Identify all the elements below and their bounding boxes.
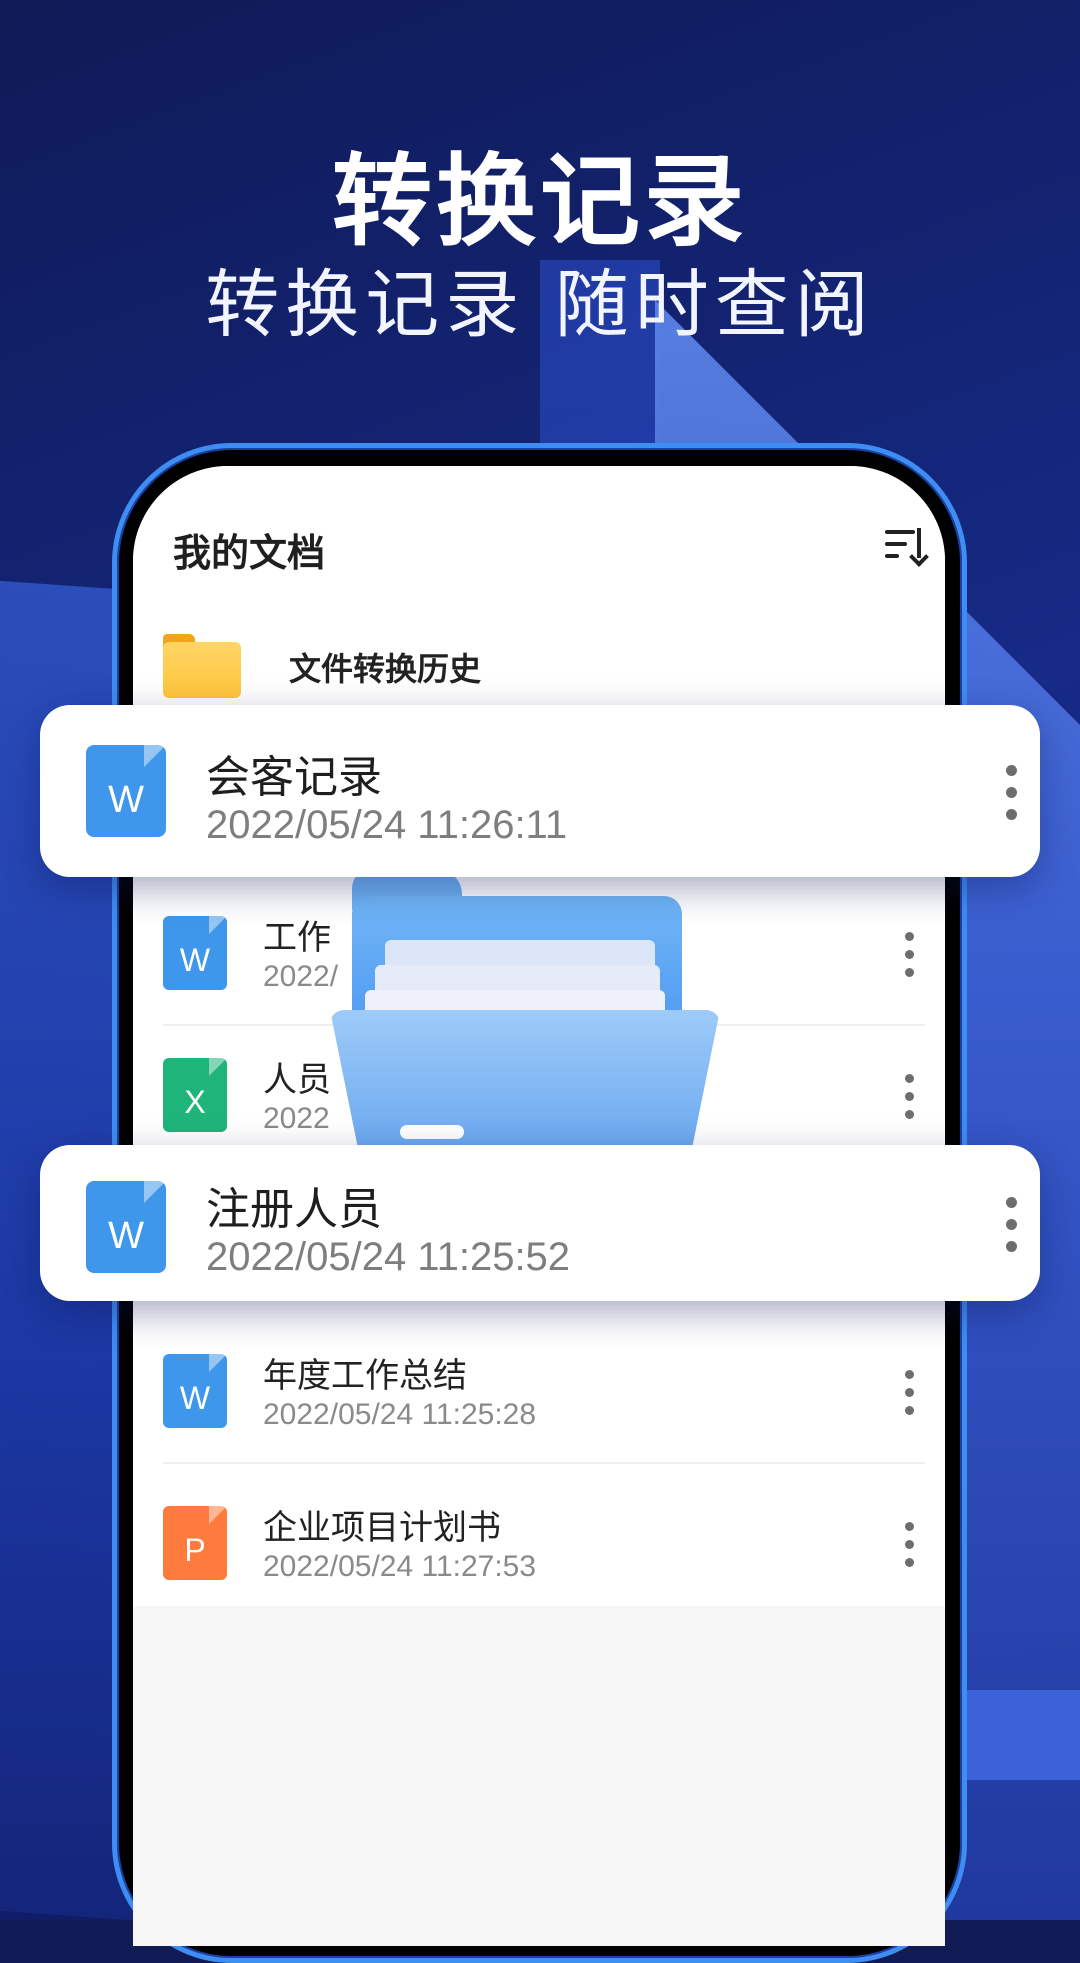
folder-illustration-icon [330, 870, 720, 1145]
file-time: 2022/05/24 11:25:28 [263, 1398, 537, 1431]
hero-subtitle: 转换记录 随时查阅 [205, 262, 875, 348]
file-time: 2022/05/24 11:27:53 [263, 1550, 537, 1583]
more-options-icon[interactable] [903, 1370, 915, 1418]
more-options-icon[interactable] [903, 932, 915, 980]
word-file-icon: W [86, 745, 166, 837]
file-time: 2022/05/24 11:25:52 [206, 1235, 571, 1279]
folder-item-conversion-history[interactable]: 文件转换历史 [163, 624, 923, 704]
more-options-icon[interactable] [1004, 1197, 1018, 1253]
highlight-card-file[interactable]: W 注册人员 2022/05/24 11:25:52 [40, 1145, 1040, 1301]
file-time: 2022/ [263, 960, 339, 993]
list-item[interactable]: W 年度工作总结 2022/05/24 11:25:28 [163, 1324, 925, 1464]
word-file-icon: W [163, 916, 227, 990]
file-name: 企业项目计划书 [263, 1508, 501, 1548]
page-title: 我的文档 [173, 531, 326, 575]
word-file-icon: W [163, 1354, 227, 1428]
file-name: 工作 [263, 918, 331, 958]
folder-label: 文件转换历史 [289, 650, 482, 688]
excel-file-icon: X [163, 1058, 227, 1132]
folder-icon [163, 634, 241, 698]
word-file-icon: W [86, 1181, 166, 1273]
more-options-icon[interactable] [903, 1074, 915, 1122]
ppt-file-icon: P [163, 1506, 227, 1580]
file-name: 人员 [263, 1060, 331, 1100]
file-name: 年度工作总结 [263, 1356, 467, 1396]
hero-title: 转换记录 [332, 143, 748, 260]
file-time: 2022/05/24 11:26:11 [206, 803, 568, 847]
file-name: 注册人员 [206, 1184, 382, 1235]
more-options-icon[interactable] [903, 1522, 915, 1570]
file-time: 2022 [263, 1102, 330, 1135]
list-item[interactable]: P 企业项目计划书 2022/05/24 11:27:53 [163, 1476, 925, 1616]
highlight-card-file[interactable]: W 会客记录 2022/05/24 11:26:11 [40, 705, 1040, 877]
sort-icon[interactable] [885, 526, 929, 567]
file-name: 会客记录 [206, 752, 382, 803]
more-options-icon[interactable] [1004, 765, 1018, 821]
